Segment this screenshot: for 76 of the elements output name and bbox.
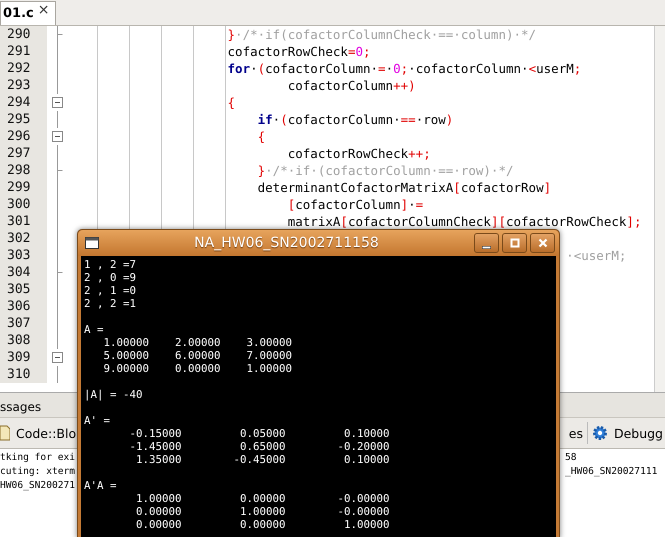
line-number: 302 xyxy=(0,230,47,247)
panel-title: ssages xyxy=(0,400,42,414)
close-button[interactable] xyxy=(530,233,555,253)
window-title: NA_HW06_SN2002711158 xyxy=(193,235,380,251)
code-line: }·/*·if·(cofactorColumn·==·row)·*/ xyxy=(256,163,514,178)
line-number: 295 xyxy=(0,111,47,128)
log-line: HW06_SN200271 xyxy=(0,479,76,493)
terminal-output-line: 1.00000 0.00000 -0.00000 xyxy=(135,492,391,505)
gear-icon xyxy=(592,425,608,441)
panel-tab[interactable]: Code::Blo xyxy=(0,425,76,441)
code-line: cofactorRowCheck=0; xyxy=(226,44,371,59)
code-line: }·/*·if(cofactorColumnCheck·==·column)·*/ xyxy=(226,27,536,42)
code-line: cofactorColumn++) xyxy=(286,78,416,93)
maximize-icon xyxy=(510,238,520,248)
line-number: 291 xyxy=(0,43,47,60)
terminal-output-line: -0.15000 0.05000 0.10000 xyxy=(128,427,391,440)
terminal-output-line: 2 , 2 =1 xyxy=(84,297,138,310)
terminal-output-line: 0.00000 0.00000 1.00000 xyxy=(135,518,391,531)
maximize-button[interactable] xyxy=(502,233,527,253)
terminal-output-line: 1.00000 2.00000 3.00000 xyxy=(102,336,294,349)
line-number: 298 xyxy=(0,162,47,179)
terminal-output-line: 1 , 2 =7 xyxy=(84,258,138,271)
line-number: 297 xyxy=(0,145,47,162)
line-number: 290 xyxy=(0,26,47,43)
fold-collapse-icon[interactable] xyxy=(52,97,62,108)
code-line: { xyxy=(226,95,236,110)
window-icon[interactable] xyxy=(85,237,99,249)
code-line: matrixA[cofactorColumnCheck][cofactorRowCheck]; xyxy=(286,214,642,229)
fold-collapse-icon[interactable] xyxy=(52,352,62,363)
code-line: cofactorRowCheck++; xyxy=(286,146,431,161)
terminal-output-line: |A| = -40 xyxy=(84,388,144,401)
panel-tab[interactable]: Debugg xyxy=(592,425,663,441)
line-number: 294 xyxy=(0,94,47,111)
line-number: 300 xyxy=(0,196,47,213)
terminal-output-line: 1.35000 -0.45000 0.10000 xyxy=(135,453,391,466)
line-number: 310 xyxy=(0,366,47,383)
minimize-icon xyxy=(482,246,491,248)
line-number: 307 xyxy=(0,315,47,332)
line-number: 293 xyxy=(0,77,47,94)
line-number: 296 xyxy=(0,128,47,145)
scrollbar[interactable] xyxy=(654,26,665,392)
terminal-output-line: A'A = xyxy=(84,479,118,492)
code-line: determinantCofactorMatrixA[cofactorRow] xyxy=(256,180,552,195)
terminal-output-line: 2 , 1 =0 xyxy=(84,284,138,297)
code-line: for·(cofactorColumn·=·0;·cofactorColumn·<userM; xyxy=(226,61,582,76)
minimize-button[interactable] xyxy=(474,233,499,253)
close-icon xyxy=(538,238,548,248)
line-number: 292 xyxy=(0,60,47,77)
terminal-output-line: 5.00000 6.00000 7.00000 xyxy=(102,349,294,362)
line-number: 305 xyxy=(0,281,47,298)
line-number: 309 xyxy=(0,349,47,366)
fold-collapse-icon[interactable] xyxy=(52,131,62,142)
document-icon xyxy=(0,425,10,441)
code-line: if·(cofactorColumn·==·row) xyxy=(256,112,454,127)
line-number: 306 xyxy=(0,298,47,315)
line-number: 304 xyxy=(0,264,47,281)
terminal-output-line: 2 , 0 =9 xyxy=(84,271,138,284)
log-line: cuting: xterm xyxy=(0,465,76,479)
line-number: 301 xyxy=(0,213,47,230)
file-tab[interactable]: 01.c × xyxy=(0,1,56,25)
line-number: 299 xyxy=(0,179,47,196)
terminal-output-line: -1.45000 0.65000 -0.20000 xyxy=(128,440,391,453)
log-line: tking for exi xyxy=(0,451,76,465)
terminal-output-line: A' = xyxy=(84,414,112,427)
line-number: 303 xyxy=(0,247,47,264)
code-line: ·<userM; xyxy=(565,248,626,263)
log-line: 58 xyxy=(565,451,578,465)
panel-tab[interactable]: es xyxy=(568,426,583,440)
log-line: _HW06_SN20027111 xyxy=(565,465,658,479)
line-number: 308 xyxy=(0,332,47,349)
terminal-output-line: 0.00000 1.00000 -0.00000 xyxy=(135,505,391,518)
code-line: { xyxy=(256,129,266,144)
terminal-output-line: 9.00000 0.00000 1.00000 xyxy=(102,362,294,375)
tab-close-button[interactable]: × xyxy=(38,2,50,16)
code-line: [cofactorColumn]·= xyxy=(286,197,424,212)
terminal-output-line: A = xyxy=(84,323,105,336)
